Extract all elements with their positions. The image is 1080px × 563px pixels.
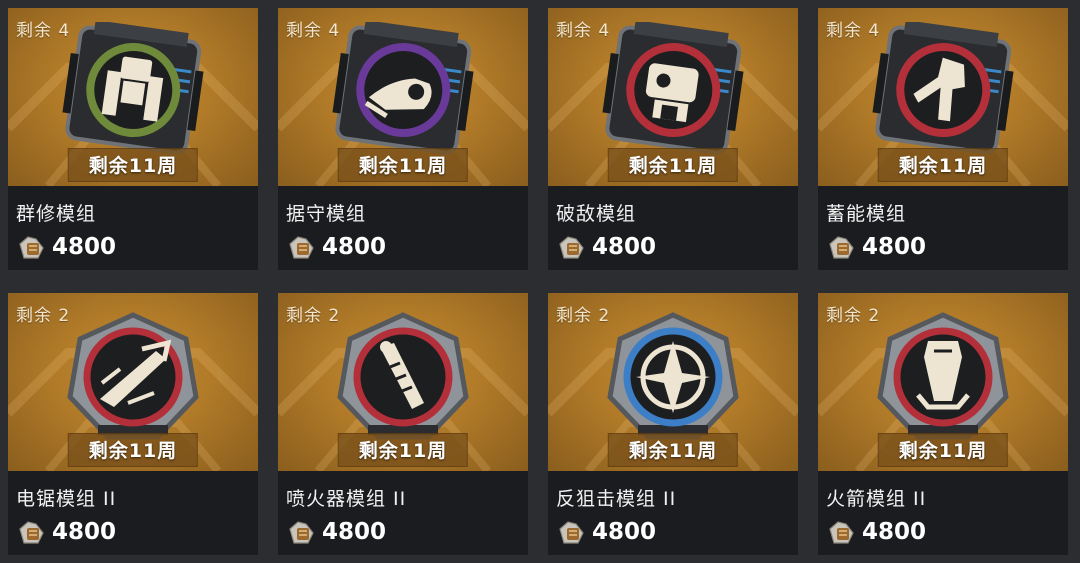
rocket-icon bbox=[877, 312, 1009, 440]
item-art-panel: 剩余 2 剩余11周 bbox=[818, 293, 1068, 471]
price-row: 4800 bbox=[286, 515, 386, 549]
item-info-panel: 群修模组 4800 bbox=[8, 186, 258, 270]
item-art-panel: 剩余 2 剩余11周 bbox=[548, 293, 798, 471]
weeks-remaining-badge: 剩余11周 bbox=[67, 148, 199, 182]
price-row: 4800 bbox=[16, 230, 116, 264]
price-row: 4800 bbox=[556, 515, 656, 549]
shop-item-card[interactable]: 剩余 4 剩余11周 破敌模组 4800 bbox=[548, 8, 798, 270]
item-info-panel: 喷火器模组 II 4800 bbox=[278, 471, 528, 555]
item-info-panel: 反狙击模组 II 4800 bbox=[548, 471, 798, 555]
item-name: 群修模组 bbox=[16, 203, 97, 225]
currency-bag-icon bbox=[289, 521, 314, 544]
weeks-remaining-badge: 剩余11周 bbox=[337, 148, 469, 182]
item-price: 4800 bbox=[52, 234, 117, 260]
price-row: 4800 bbox=[16, 515, 116, 549]
shop-item-card[interactable]: 剩余 4 剩余11周 据守模组 4800 bbox=[278, 8, 528, 270]
shop-item-card[interactable]: 剩余 4 剩余11周 群修模组 4800 bbox=[8, 8, 258, 270]
weeks-remaining-badge: 剩余11周 bbox=[607, 433, 739, 467]
item-name: 反狙击模组 II bbox=[556, 488, 677, 510]
price-row: 4800 bbox=[286, 230, 386, 264]
item-price: 4800 bbox=[862, 519, 927, 545]
shop-item-card[interactable]: 剩余 4 剩余11周 蓄能模组 4800 bbox=[818, 8, 1068, 270]
shop-grid: 剩余 4 剩余11周 群修模组 4800 剩余 4 剩余11周 据守模组 480… bbox=[0, 0, 1080, 563]
weeks-remaining-badge: 剩余11周 bbox=[337, 433, 469, 467]
weeks-remaining-badge: 剩余11周 bbox=[877, 433, 1009, 467]
item-info-panel: 据守模组 4800 bbox=[278, 186, 528, 270]
currency-bag-icon bbox=[559, 521, 584, 544]
item-art-panel: 剩余 4 剩余11周 bbox=[548, 8, 798, 186]
item-art-panel: 剩余 4 剩余11周 bbox=[278, 8, 528, 186]
item-name: 据守模组 bbox=[286, 203, 367, 225]
breaker-icon bbox=[602, 22, 744, 155]
weeks-remaining-badge: 剩余11周 bbox=[877, 148, 1009, 182]
flamethrower-icon bbox=[337, 312, 469, 440]
shop-item-card[interactable]: 剩余 2 剩余11周 反狙击模组 II 4800 bbox=[548, 293, 798, 555]
currency-bag-icon bbox=[559, 236, 584, 259]
item-price: 4800 bbox=[862, 234, 927, 260]
mech-repair-icon bbox=[62, 22, 204, 155]
item-price: 4800 bbox=[592, 234, 657, 260]
currency-bag-icon bbox=[829, 236, 854, 259]
price-row: 4800 bbox=[826, 230, 926, 264]
item-name: 破敌模组 bbox=[556, 203, 637, 225]
item-price: 4800 bbox=[592, 519, 657, 545]
item-info-panel: 蓄能模组 4800 bbox=[818, 186, 1068, 270]
hold-position-icon bbox=[332, 22, 474, 155]
item-info-panel: 火箭模组 II 4800 bbox=[818, 471, 1068, 555]
item-info-panel: 破敌模组 4800 bbox=[548, 186, 798, 270]
price-row: 4800 bbox=[556, 230, 656, 264]
item-price: 4800 bbox=[322, 519, 387, 545]
item-name: 电锯模组 II bbox=[16, 488, 117, 510]
item-art-panel: 剩余 4 剩余11周 bbox=[8, 8, 258, 186]
item-price: 4800 bbox=[52, 519, 117, 545]
item-art-panel: 剩余 2 剩余11周 bbox=[278, 293, 528, 471]
shop-item-card[interactable]: 剩余 2 剩余11周 喷火器模组 II 4800 bbox=[278, 293, 528, 555]
item-art-panel: 剩余 4 剩余11周 bbox=[818, 8, 1068, 186]
item-info-panel: 电锯模组 II 4800 bbox=[8, 471, 258, 555]
item-name: 喷火器模组 II bbox=[286, 488, 407, 510]
chainsaw-icon bbox=[67, 312, 199, 440]
charge-icon bbox=[872, 22, 1014, 155]
item-art-panel: 剩余 2 剩余11周 bbox=[8, 293, 258, 471]
shop-item-card[interactable]: 剩余 2 剩余11周 电锯模组 II 4800 bbox=[8, 293, 258, 555]
currency-bag-icon bbox=[289, 236, 314, 259]
currency-bag-icon bbox=[19, 236, 44, 259]
weeks-remaining-badge: 剩余11周 bbox=[67, 433, 199, 467]
item-name: 蓄能模组 bbox=[826, 203, 907, 225]
shop-item-card[interactable]: 剩余 2 剩余11周 火箭模组 II 4800 bbox=[818, 293, 1068, 555]
currency-bag-icon bbox=[829, 521, 854, 544]
item-price: 4800 bbox=[322, 234, 387, 260]
weeks-remaining-badge: 剩余11周 bbox=[607, 148, 739, 182]
currency-bag-icon bbox=[19, 521, 44, 544]
price-row: 4800 bbox=[826, 515, 926, 549]
item-name: 火箭模组 II bbox=[826, 488, 927, 510]
anti-sniper-icon bbox=[607, 312, 739, 440]
